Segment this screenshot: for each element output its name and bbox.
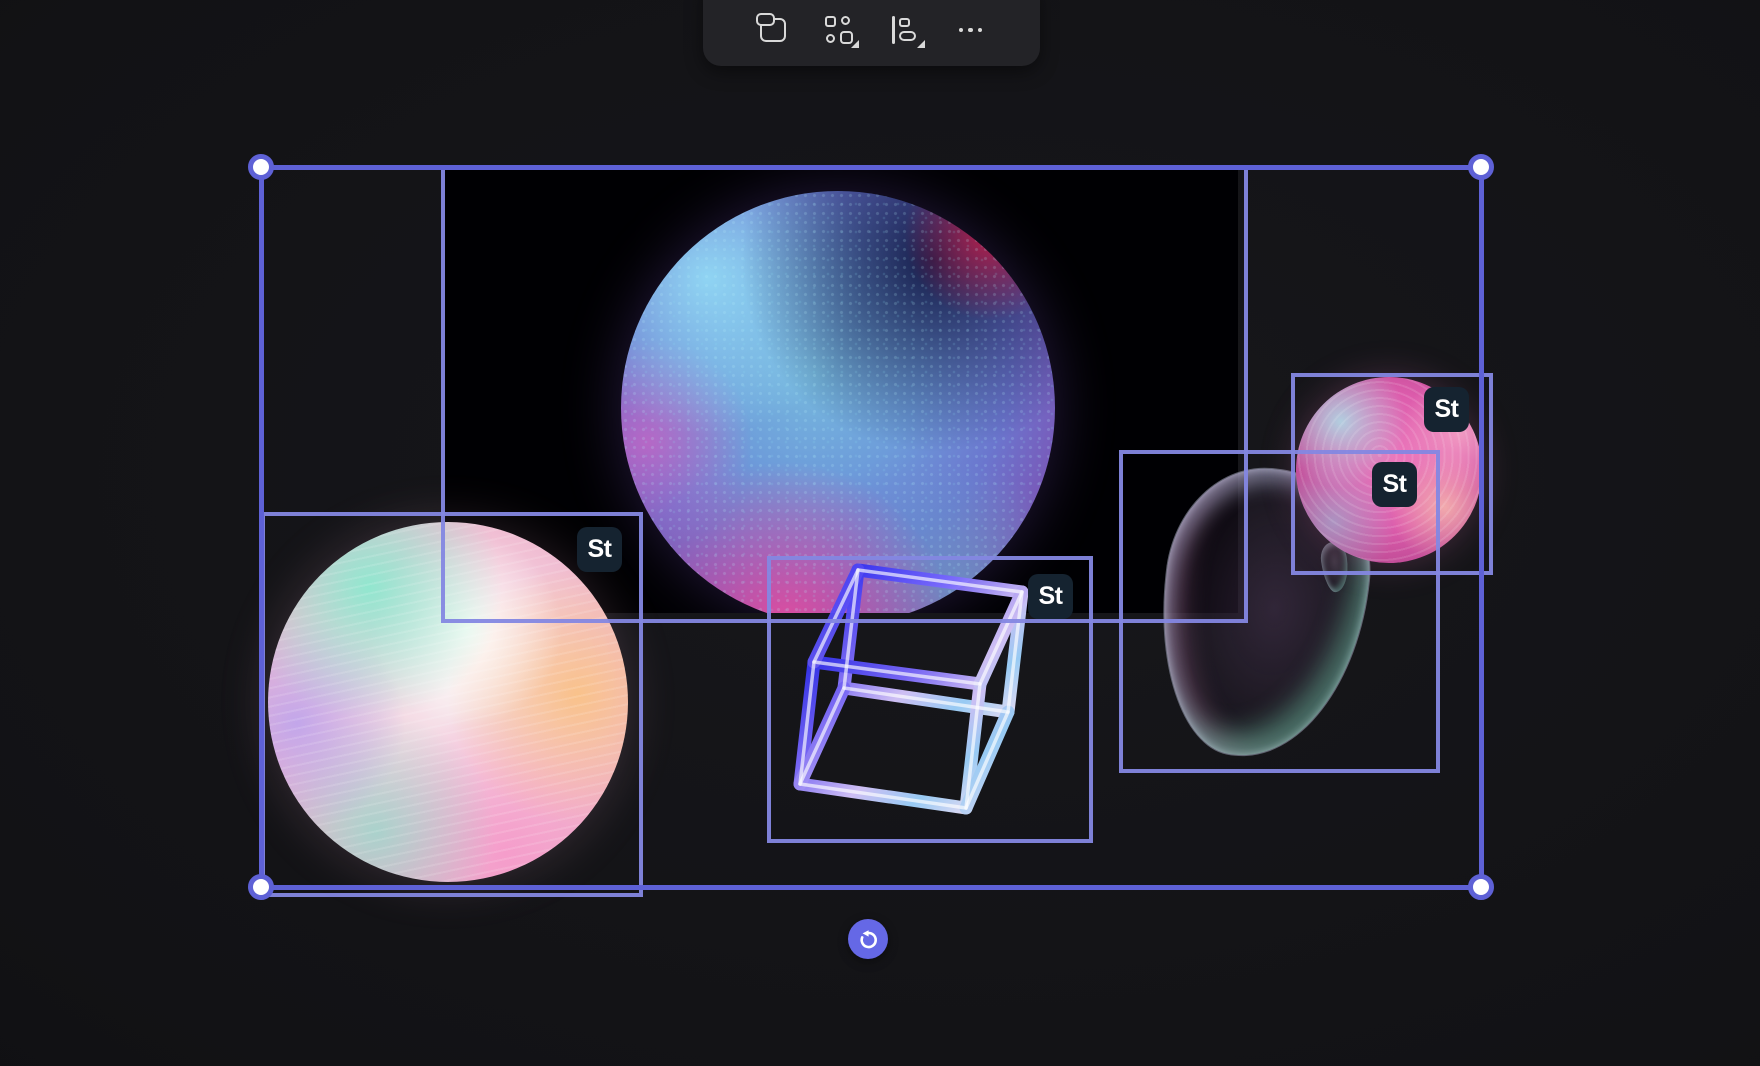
more-options-button[interactable] [947, 10, 995, 50]
arrange-button[interactable] [815, 10, 863, 50]
stock-badge: St [1372, 462, 1417, 507]
selection-handle-bottom-right[interactable] [1468, 874, 1494, 900]
dropdown-caret-icon [917, 40, 925, 48]
frame-icon [760, 18, 786, 42]
ellipsis-icon [959, 28, 983, 33]
rotate-button[interactable] [848, 919, 888, 959]
editor-canvas: St St St St [0, 0, 1760, 1066]
selection-handle-bottom-left[interactable] [248, 874, 274, 900]
align-button[interactable] [881, 10, 929, 50]
align-left-icon [892, 16, 918, 44]
frame-tool-button[interactable] [749, 10, 797, 50]
arrange-grid-icon [825, 16, 853, 44]
selection-handle-top-right[interactable] [1468, 154, 1494, 180]
selection-handle-top-left[interactable] [248, 154, 274, 180]
stock-badge: St [577, 527, 622, 572]
stock-badge: St [1028, 574, 1073, 619]
dropdown-caret-icon [851, 40, 859, 48]
selection-outer-box [259, 165, 1484, 890]
stock-badge: St [1424, 387, 1469, 432]
rotate-ccw-icon [856, 927, 880, 951]
floating-toolbar [703, 0, 1040, 66]
